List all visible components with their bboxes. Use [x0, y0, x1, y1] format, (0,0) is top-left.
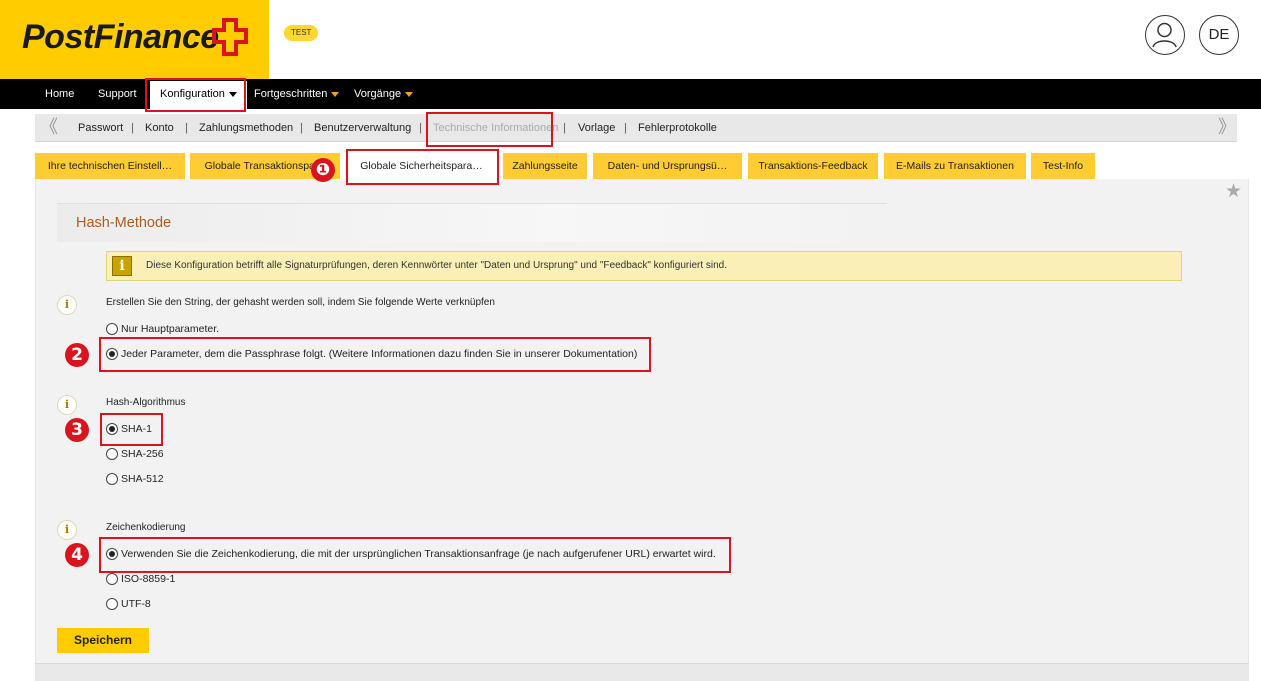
subnav-benutzerverwaltung[interactable]: Benutzerverwaltung [314, 114, 411, 142]
subnav-konto[interactable]: Konto [145, 114, 174, 142]
annotation-marker-2: 2 [65, 343, 89, 367]
radio-button[interactable] [106, 323, 118, 335]
header: PostFinance TEST DE [0, 0, 1261, 79]
save-button[interactable]: Speichern [57, 628, 149, 653]
nav-fortgeschritten-label: Fortgeschritten [254, 88, 328, 100]
separator: | [131, 122, 134, 134]
swiss-cross-icon [212, 18, 248, 56]
nav-home[interactable]: Home [45, 79, 74, 109]
section-header: Hash-Methode [57, 203, 887, 242]
nav-vorgaenge-label: Vorgänge [354, 88, 402, 100]
separator: | [300, 122, 303, 134]
logo[interactable]: PostFinance [0, 0, 269, 79]
highlight-nav-konfiguration [145, 78, 246, 112]
radio-button[interactable] [106, 473, 118, 485]
radio-option-main-params[interactable]: Nur Hauptparameter. [106, 323, 219, 337]
info-notice: i Diese Konfiguration betrifft alle Sign… [106, 251, 1182, 281]
string-label: Erstellen Sie den String, der gehasht we… [106, 297, 495, 308]
tab-test-info[interactable]: Test-Info [1031, 153, 1095, 179]
annotation-marker-1: ❶ [311, 158, 335, 182]
radio-option-sha512[interactable]: SHA-512 [106, 473, 164, 487]
nav-fortgeschritten[interactable]: Fortgeschritten [254, 79, 340, 109]
separator: | [563, 122, 566, 134]
radio-label: ISO-8859-1 [121, 573, 176, 585]
tab-transaktions-feedback[interactable]: Transaktions-Feedback [748, 153, 878, 179]
highlight-option-all-params [99, 337, 651, 372]
separator: | [624, 122, 627, 134]
annotation-marker-3: 3 [65, 418, 89, 442]
help-info-icon[interactable]: i [57, 520, 77, 540]
radio-label: UTF-8 [121, 598, 151, 610]
encoding-label: Zeichenkodierung [106, 522, 186, 533]
highlight-option-sha1 [100, 413, 163, 446]
highlight-tab-globale-sicherheitsparameter [346, 149, 499, 185]
help-info-icon[interactable]: i [57, 395, 77, 415]
radio-button[interactable] [106, 598, 118, 610]
favorite-star-icon[interactable]: ★ [1225, 180, 1242, 203]
bottom-bar [35, 663, 1249, 681]
subnav-passwort[interactable]: Passwort [78, 114, 123, 142]
subnav-vorlage[interactable]: Vorlage [578, 114, 615, 142]
radio-label: SHA-256 [121, 448, 164, 460]
subnav-zahlungsmethoden[interactable]: Zahlungsmethoden [199, 114, 293, 142]
notice-text: Diese Konfiguration betrifft alle Signat… [146, 260, 728, 271]
language-button[interactable]: DE [1199, 15, 1239, 55]
tab-technische-einstellungen[interactable]: Ihre technischen Einstell… [35, 153, 185, 179]
separator: | [185, 122, 188, 134]
radio-button[interactable] [106, 448, 118, 460]
user-account-icon[interactable] [1145, 15, 1185, 55]
radio-option-iso-8859-1[interactable]: ISO-8859-1 [106, 573, 175, 587]
nav-vorgaenge[interactable]: Vorgänge [354, 79, 414, 109]
radio-option-sha256[interactable]: SHA-256 [106, 448, 164, 462]
annotation-marker-4: 4 [65, 543, 89, 567]
tab-daten-und-ursprung[interactable]: Daten- und Ursprungsü… [593, 153, 742, 179]
info-icon: i [112, 256, 132, 276]
sub-navigation: 《 Passwort | Konto | Zahlungsmethoden | … [35, 114, 1237, 142]
radio-button[interactable] [106, 573, 118, 585]
chevron-down-icon [331, 91, 340, 97]
section-title: Hash-Methode [76, 215, 172, 231]
subnav-fehlerprotokolle[interactable]: Fehlerprotokolle [638, 114, 717, 142]
help-info-icon[interactable]: i [57, 295, 77, 315]
scroll-left-icon[interactable]: 《 [40, 117, 58, 137]
radio-label: SHA-512 [121, 473, 164, 485]
highlight-option-request-encoding [99, 537, 731, 573]
tab-emails-zu-transaktionen[interactable]: E-Mails zu Transaktionen [884, 153, 1026, 179]
environment-badge: TEST [284, 25, 319, 41]
highlight-subnav-technische-informationen [426, 112, 553, 147]
logo-text: PostFinance [22, 18, 219, 56]
tab-zahlungsseite[interactable]: Zahlungsseite [503, 153, 587, 179]
radio-label: Nur Hauptparameter. [121, 323, 220, 335]
separator: | [419, 122, 422, 134]
hash-algorithm-label: Hash-Algorithmus [106, 397, 186, 408]
chevron-down-icon [405, 91, 414, 97]
radio-option-utf8[interactable]: UTF-8 [106, 598, 151, 612]
scroll-right-icon[interactable]: 》 [1218, 117, 1236, 137]
nav-support[interactable]: Support [98, 79, 137, 109]
